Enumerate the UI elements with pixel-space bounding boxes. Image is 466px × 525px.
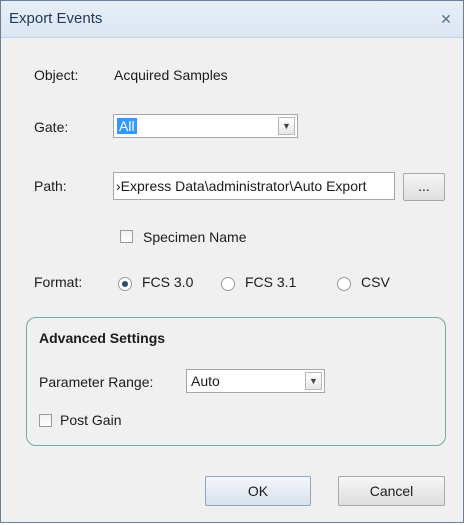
gate-dropdown[interactable]: All ▼: [113, 114, 298, 138]
title-bar: Export Events ✕: [1, 1, 463, 38]
path-input[interactable]: ›Express Data\administrator\Auto Export: [113, 172, 395, 200]
format-radio-csv[interactable]: [337, 277, 351, 291]
advanced-settings-title: Advanced Settings: [39, 330, 166, 346]
chevron-down-icon[interactable]: ▼: [305, 372, 322, 390]
path-value: ›Express Data\administrator\Auto Export: [116, 178, 367, 194]
parameter-range-dropdown[interactable]: Auto ▼: [186, 369, 325, 393]
format-label: Format:: [34, 274, 83, 290]
close-icon[interactable]: ✕: [437, 10, 455, 28]
post-gain-checkbox[interactable]: [39, 414, 52, 427]
ok-button[interactable]: OK: [205, 476, 311, 506]
specimen-name-label: Specimen Name: [143, 229, 247, 245]
parameter-range-value: Auto: [191, 373, 220, 389]
format-option-fcs30: FCS 3.0: [142, 274, 194, 290]
export-events-dialog: Export Events ✕ Object: Acquired Samples…: [0, 0, 464, 523]
object-value: Acquired Samples: [114, 67, 228, 83]
browse-button[interactable]: ...: [403, 173, 445, 201]
post-gain-label: Post Gain: [60, 412, 122, 428]
path-label: Path:: [34, 178, 67, 194]
specimen-name-checkbox[interactable]: [120, 230, 133, 243]
format-option-fcs31: FCS 3.1: [245, 274, 297, 290]
parameter-range-label: Parameter Range:: [39, 374, 154, 390]
object-label: Object:: [34, 67, 79, 83]
dialog-title: Export Events: [9, 10, 103, 27]
chevron-down-icon[interactable]: ▼: [278, 117, 295, 135]
format-option-csv: CSV: [361, 274, 390, 290]
format-radio-fcs30[interactable]: [118, 277, 132, 291]
format-radio-fcs31[interactable]: [221, 277, 235, 291]
cancel-button[interactable]: Cancel: [338, 476, 445, 506]
advanced-settings-group: Advanced Settings Parameter Range: Auto …: [26, 317, 446, 446]
gate-label: Gate:: [34, 119, 69, 135]
gate-selected-value: All: [117, 118, 137, 134]
